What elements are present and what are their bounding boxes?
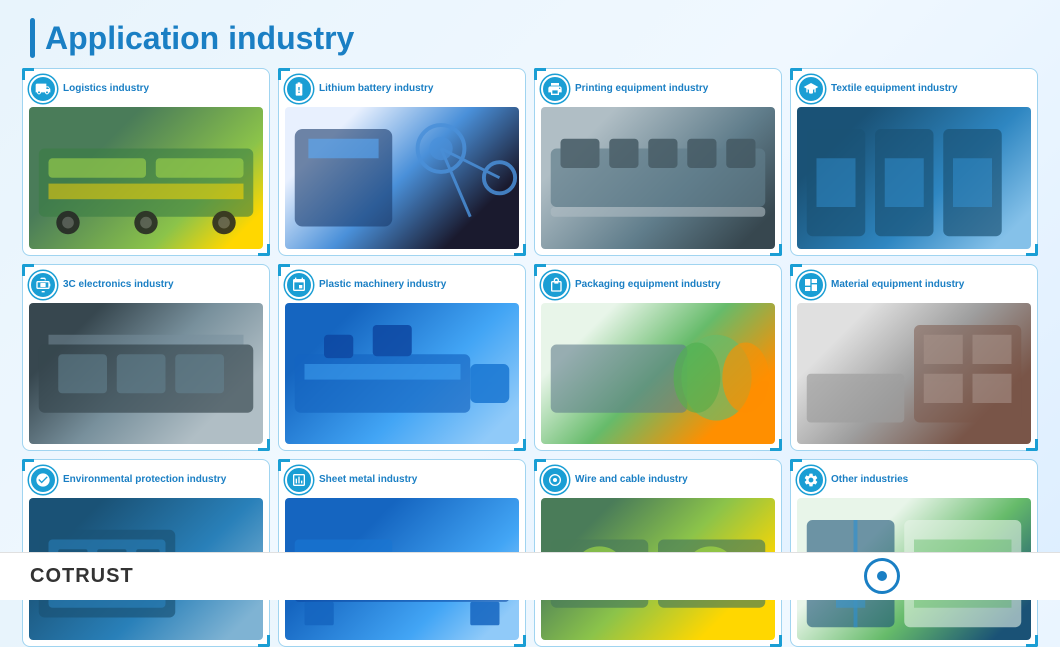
industry-card-3c[interactable]: 3C electronics industry — [22, 264, 270, 452]
industry-card-plastic[interactable]: Plastic machinery industry — [278, 264, 526, 452]
card-label-textile: Textile equipment industry — [831, 83, 958, 95]
card-corner-tl — [790, 68, 802, 80]
card-header-material: Material equipment industry — [797, 271, 1031, 299]
card-image-packaging — [541, 303, 775, 445]
card-corner-tl — [790, 264, 802, 276]
card-header-enviro: Environmental protection industry — [29, 466, 263, 494]
card-label-lithium: Lithium battery industry — [319, 83, 433, 95]
card-illustration-plastic — [285, 303, 519, 445]
header-accent-bar — [30, 18, 35, 58]
card-corner-tl — [22, 68, 34, 80]
industry-card-printing[interactable]: Printing equipment industry — [534, 68, 782, 256]
card-label-wire: Wire and cable industry — [575, 474, 688, 486]
page-header: Application industry — [0, 0, 1060, 68]
card-image-textile — [797, 107, 1031, 249]
card-label-printing: Printing equipment industry — [575, 83, 708, 95]
industry-grid: Logistics industry Lithium battery indus… — [0, 68, 1060, 538]
card-label-logistics: Logistics industry — [63, 83, 149, 95]
card-label-packaging: Packaging equipment industry — [575, 279, 721, 291]
card-corner-tl — [278, 68, 290, 80]
card-image-3c — [29, 303, 263, 445]
card-image-material — [797, 303, 1031, 445]
page-title: Application industry — [45, 20, 354, 57]
card-image-printing — [541, 107, 775, 249]
card-illustration-printing — [541, 107, 775, 249]
industry-card-logistics[interactable]: Logistics industry — [22, 68, 270, 256]
card-image-logistics — [29, 107, 263, 249]
card-label-sheetmetal: Sheet metal industry — [319, 474, 417, 486]
card-header-logistics: Logistics industry — [29, 75, 263, 103]
card-label-material: Material equipment industry — [831, 279, 964, 291]
card-corner-tl — [22, 459, 34, 471]
card-corner-tl — [790, 459, 802, 471]
card-corner-tl — [278, 459, 290, 471]
card-label-other: Other industries — [831, 474, 908, 486]
footer-circle-decoration — [864, 558, 900, 594]
industry-card-lithium[interactable]: Lithium battery industry — [278, 68, 526, 256]
card-header-packaging: Packaging equipment industry — [541, 271, 775, 299]
industry-card-packaging[interactable]: Packaging equipment industry — [534, 264, 782, 452]
industry-card-textile[interactable]: Textile equipment industry — [790, 68, 1038, 256]
card-header-lithium: Lithium battery industry — [285, 75, 519, 103]
card-label-enviro: Environmental protection industry — [63, 474, 226, 486]
page-footer: COTRUST — [0, 552, 1060, 600]
industry-card-material[interactable]: Material equipment industry — [790, 264, 1038, 452]
card-header-other: Other industries — [797, 466, 1031, 494]
card-corner-tl — [278, 264, 290, 276]
card-header-textile: Textile equipment industry — [797, 75, 1031, 103]
card-image-plastic — [285, 303, 519, 445]
logo-co: CO — [30, 565, 62, 587]
card-corner-tl — [22, 264, 34, 276]
card-corner-tl — [534, 459, 546, 471]
card-illustration-3c — [29, 303, 263, 445]
card-illustration-logistics — [29, 107, 263, 249]
card-illustration-textile — [797, 107, 1031, 249]
card-header-wire: Wire and cable industry — [541, 466, 775, 494]
card-header-printing: Printing equipment industry — [541, 75, 775, 103]
page-container: Application industry Logistics industry — [0, 0, 1060, 600]
card-header-3c: 3C electronics industry — [29, 271, 263, 299]
card-corner-tl — [534, 68, 546, 80]
card-corner-tl — [534, 264, 546, 276]
card-image-lithium — [285, 107, 519, 249]
card-illustration-packaging — [541, 303, 775, 445]
card-header-sheetmetal: Sheet metal industry — [285, 466, 519, 494]
card-illustration-material — [797, 303, 1031, 445]
card-label-3c: 3C electronics industry — [63, 279, 174, 291]
logo-trust: TRUST — [62, 565, 134, 587]
card-header-plastic: Plastic machinery industry — [285, 271, 519, 299]
card-illustration-lithium — [285, 107, 519, 249]
company-logo: COTRUST — [30, 565, 134, 588]
card-label-plastic: Plastic machinery industry — [319, 279, 446, 291]
